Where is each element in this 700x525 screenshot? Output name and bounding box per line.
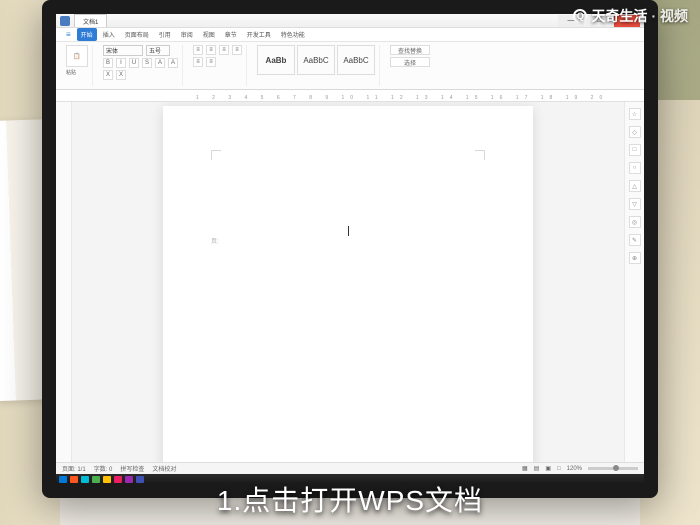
zoom-slider[interactable] — [588, 467, 638, 470]
tab-developer[interactable]: 开发工具 — [243, 28, 275, 41]
styles-group: AaBb AaBbC AaBbC — [253, 45, 380, 86]
clipboard-group: 📋 粘贴 — [62, 45, 93, 86]
video-watermark: Q 天奇生活 · 视频 — [573, 6, 688, 26]
italic-button[interactable]: I — [116, 58, 126, 68]
font-color-button[interactable]: A — [155, 58, 165, 68]
sidebar-tool-9[interactable]: ⊕ — [629, 252, 641, 264]
sidebar-tool-2[interactable]: ◇ — [629, 126, 641, 138]
ribbon-tabs: ≡ 开始 插入 页面布局 引用 审阅 视图 章节 开发工具 特色功能 — [56, 28, 644, 42]
status-bar: 页面: 1/1 字数: 0 拼写检查 文档校对 ▦ ▤ ▣ □ 120% — [56, 462, 644, 474]
document-tabs: 文档1 — [74, 14, 107, 27]
tab-insert[interactable]: 插入 — [99, 28, 119, 41]
font-group: 宋体 五号 B I U S A A X X — [99, 45, 183, 86]
superscript-button[interactable]: X — [103, 70, 113, 80]
paragraph-group: ≡ ≡ ≡ ≡ ≡ ≡ — [189, 45, 247, 86]
bold-button[interactable]: B — [103, 58, 113, 68]
style-heading1[interactable]: AaBbC — [297, 45, 335, 75]
screen: 文档1 — □ × ≡ 开始 插入 页面布局 引用 审阅 视图 章节 开发工具 … — [56, 14, 644, 484]
watermark-brand: 天奇生活 — [591, 6, 647, 26]
zoom-level[interactable]: 120% — [567, 466, 582, 472]
document-tab[interactable]: 文档1 — [74, 14, 107, 27]
status-spellcheck[interactable]: 拼写检查 — [120, 464, 144, 473]
sidebar-tool-5[interactable]: △ — [629, 180, 641, 192]
paste-label: 粘贴 — [66, 69, 88, 76]
editing-group: 查找替换 选择 — [386, 45, 434, 86]
hamburger-menu[interactable]: ≡ — [62, 28, 75, 41]
underline-button[interactable]: U — [129, 58, 139, 68]
align-left-button[interactable]: ≡ — [193, 45, 203, 55]
tab-view[interactable]: 视图 — [199, 28, 219, 41]
subscript-button[interactable]: X — [116, 70, 126, 80]
style-heading2[interactable]: AaBbC — [337, 45, 375, 75]
text-cursor-icon — [348, 226, 349, 236]
window-titlebar: 文档1 — □ × — [56, 14, 644, 28]
sidebar-tool-1[interactable]: ☆ — [629, 108, 641, 120]
find-button[interactable]: 查找替换 — [390, 45, 430, 55]
wps-logo-icon — [60, 16, 70, 26]
strike-button[interactable]: S — [142, 58, 152, 68]
status-words: 字数: 0 — [94, 464, 113, 473]
sidebar-tool-7[interactable]: ◎ — [629, 216, 641, 228]
paste-button[interactable]: 📋 — [66, 45, 88, 67]
status-proofing[interactable]: 文档校对 — [152, 464, 176, 473]
align-center-button[interactable]: ≡ — [206, 45, 216, 55]
tab-features[interactable]: 特色功能 — [277, 28, 309, 41]
align-right-button[interactable]: ≡ — [219, 45, 229, 55]
vertical-ruler[interactable] — [56, 102, 72, 462]
ribbon-toolbar: 📋 粘贴 宋体 五号 B I U S A A X X — [56, 42, 644, 90]
view-button-1[interactable]: ▦ — [522, 465, 528, 472]
watermark-tail: · 视频 — [651, 6, 688, 26]
workspace: 页: ☆ ◇ □ ○ △ ▽ ◎ ✎ ⊕ — [56, 102, 644, 462]
monitor-frame: 文档1 — □ × ≡ 开始 插入 页面布局 引用 审阅 视图 章节 开发工具 … — [42, 0, 658, 498]
tutorial-caption: 1.点击打开WPS文档 — [0, 479, 700, 519]
right-sidebar: ☆ ◇ □ ○ △ ▽ ◎ ✎ ⊕ — [624, 102, 644, 462]
sidebar-tool-8[interactable]: ✎ — [629, 234, 641, 246]
horizontal-ruler[interactable]: 1 2 3 4 5 6 7 8 9 10 11 12 13 14 15 16 1… — [56, 90, 644, 102]
bullets-button[interactable]: ≡ — [193, 57, 203, 67]
tab-reference[interactable]: 引用 — [155, 28, 175, 41]
style-normal[interactable]: AaBb — [257, 45, 295, 75]
font-name-select[interactable]: 宋体 — [103, 45, 143, 56]
numbering-button[interactable]: ≡ — [206, 57, 216, 67]
view-button-2[interactable]: ▤ — [534, 465, 540, 472]
tab-layout[interactable]: 页面布局 — [121, 28, 153, 41]
view-button-3[interactable]: ▣ — [545, 465, 551, 472]
select-button[interactable]: 选择 — [390, 57, 430, 67]
tab-start[interactable]: 开始 — [77, 28, 97, 41]
status-page: 页面: 1/1 — [62, 464, 86, 473]
document-area[interactable]: 页: — [72, 102, 624, 462]
sidebar-tool-3[interactable]: □ — [629, 144, 641, 156]
align-justify-button[interactable]: ≡ — [232, 45, 242, 55]
tab-review[interactable]: 审阅 — [177, 28, 197, 41]
margin-corner-tr-icon — [475, 150, 485, 160]
search-icon: Q — [573, 9, 587, 23]
sidebar-tool-4[interactable]: ○ — [629, 162, 641, 174]
highlight-button[interactable]: A — [168, 58, 178, 68]
view-button-4[interactable]: □ — [557, 466, 561, 472]
tab-section[interactable]: 章节 — [221, 28, 241, 41]
page-placeholder: 页: — [211, 236, 219, 245]
font-size-select[interactable]: 五号 — [146, 45, 170, 56]
margin-corner-tl-icon — [211, 150, 221, 160]
sidebar-tool-6[interactable]: ▽ — [629, 198, 641, 210]
document-page[interactable]: 页: — [163, 106, 533, 462]
